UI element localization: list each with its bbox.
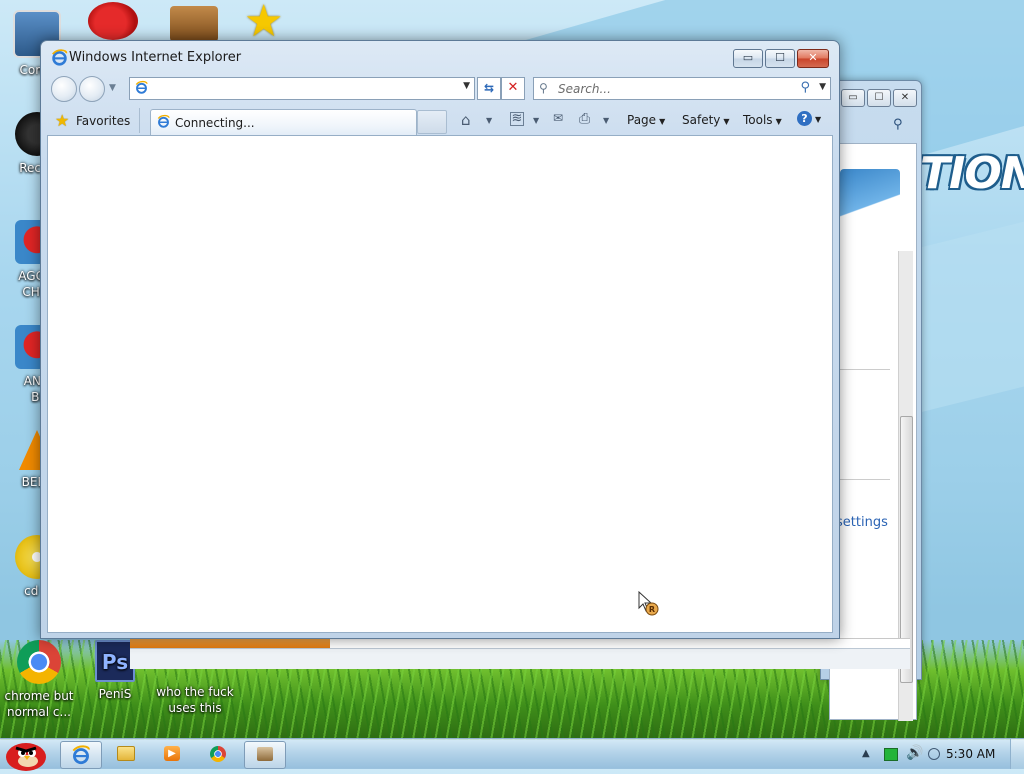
- feeds-dropdown-icon[interactable]: ▼: [533, 116, 539, 125]
- ie-icon: [72, 745, 90, 765]
- show-hidden-icons-icon[interactable]: ▲: [862, 748, 870, 759]
- home-dropdown-icon[interactable]: ▼: [486, 116, 492, 125]
- media-player-icon: ▶: [164, 746, 180, 761]
- print-dropdown-icon[interactable]: ▼: [603, 116, 609, 125]
- feeds-icon[interactable]: ≋: [510, 112, 524, 126]
- page-content[interactable]: R: [47, 135, 833, 633]
- settings-link[interactable]: settings: [836, 515, 888, 530]
- show-desktop-button[interactable]: [1010, 739, 1024, 769]
- taskbar-item-chrome[interactable]: [198, 741, 238, 767]
- desktop-icon-label: PeniS: [98, 687, 132, 701]
- desktop-icon-label: chrome but: [4, 689, 74, 703]
- desktop-icon-angry-bird-top[interactable]: [88, 2, 138, 40]
- help-icon: ?: [797, 111, 812, 126]
- command-bar: ★ Favorites Connecting... ⌂ ▼ ≋ ▼ ✉ ⎙ ▼ …: [47, 108, 833, 135]
- tab-label: Connecting...: [175, 116, 255, 130]
- ie-page-icon: [157, 114, 170, 128]
- favorites-star-icon: ★: [55, 111, 70, 130]
- address-dropdown-icon[interactable]: ▼: [463, 81, 470, 91]
- search-options-dropdown-icon[interactable]: ▼: [819, 82, 826, 92]
- start-button[interactable]: [2, 735, 50, 771]
- search-icon[interactable]: ⚲: [893, 117, 903, 132]
- minimize-button[interactable]: ▭: [733, 49, 763, 68]
- help-menu[interactable]: ? ▼: [797, 111, 821, 126]
- favorites-label: Favorites: [76, 114, 131, 128]
- tab-connecting[interactable]: Connecting...: [150, 109, 417, 135]
- chevron-down-icon: ▼: [723, 117, 730, 126]
- close-button[interactable]: ✕: [797, 49, 829, 68]
- page-menu-label: Page: [627, 113, 657, 127]
- close-icon[interactable]: ✕: [893, 89, 917, 107]
- network-icon[interactable]: [884, 748, 898, 761]
- maximize-icon[interactable]: ☐: [867, 89, 891, 107]
- wallpaper-logo-text: TION: [920, 148, 1024, 199]
- ie-logo-icon: [52, 49, 68, 66]
- desktop-icon-label: uses this: [168, 701, 222, 715]
- page-menu[interactable]: Page ▼: [627, 113, 665, 127]
- maximize-button[interactable]: ☐: [765, 49, 795, 68]
- address-input[interactable]: [152, 80, 456, 98]
- volume-icon[interactable]: 🔊: [906, 745, 923, 761]
- new-tab-button[interactable]: [417, 110, 447, 134]
- favorites-button[interactable]: ★ Favorites: [47, 108, 140, 133]
- chrome-icon: [17, 640, 61, 684]
- tools-menu-label: Tools: [743, 113, 773, 127]
- taskbar-item-media-player[interactable]: ▶: [152, 741, 192, 767]
- app-icon: [257, 747, 273, 761]
- stop-icon: ✕: [507, 80, 519, 95]
- status-bar: [130, 648, 910, 669]
- display-icon[interactable]: [928, 748, 940, 760]
- desktop-icon-pirate-bird[interactable]: [170, 6, 218, 42]
- search-icon[interactable]: ⚲: [800, 80, 810, 95]
- taskbar-item-explorer[interactable]: [106, 741, 146, 767]
- back-button[interactable]: [51, 76, 77, 102]
- chevron-down-icon: ▼: [815, 115, 822, 124]
- taskbar-item-ie[interactable]: [60, 741, 102, 769]
- star-icon[interactable]: ★: [244, 0, 283, 44]
- folder-icon: [117, 746, 135, 761]
- forward-button[interactable]: [79, 76, 105, 102]
- taskbar-item-app[interactable]: [244, 741, 286, 769]
- search-provider-icon: ⚲: [539, 81, 548, 95]
- chevron-down-icon: ▼: [659, 117, 666, 126]
- taskbar: ▶ ▲ 🔊 5:30 AM: [0, 735, 1024, 771]
- search-box[interactable]: ⚲ ⚲ ▼: [533, 77, 831, 100]
- stop-button[interactable]: ✕: [501, 77, 525, 100]
- angry-bird-start-icon: [6, 743, 46, 771]
- clock[interactable]: 5:30 AM: [946, 747, 995, 761]
- print-icon[interactable]: ⎙: [579, 111, 590, 127]
- refresh-icon: ⇆: [483, 81, 495, 95]
- ie-page-icon: [135, 80, 148, 94]
- minimize-icon[interactable]: ▭: [841, 89, 865, 107]
- maximize-icon: ☐: [775, 51, 785, 64]
- svg-text:R: R: [649, 605, 655, 614]
- busy-cursor-icon: R: [638, 591, 659, 616]
- desktop-icon-chrome[interactable]: chrome but normal c...: [2, 640, 76, 720]
- chrome-icon: [210, 746, 226, 762]
- angry-birds-logo: [840, 169, 900, 264]
- read-mail-icon[interactable]: ✉: [553, 111, 563, 125]
- safety-menu[interactable]: Safety ▼: [682, 113, 730, 127]
- ie-window[interactable]: Windows Internet Explorer ▭ ☐ ✕ ▼ ▼ ⇆ ✕ …: [40, 40, 840, 639]
- progress-bar: [130, 638, 330, 648]
- desktop-icon-label: normal c...: [7, 705, 71, 719]
- photoshop-icon: Ps: [95, 640, 135, 682]
- recent-pages-dropdown-icon[interactable]: ▼: [109, 83, 116, 93]
- address-bar[interactable]: ▼: [129, 77, 475, 100]
- tools-menu[interactable]: Tools ▼: [743, 113, 782, 127]
- home-icon[interactable]: ⌂: [461, 111, 471, 129]
- minimize-icon: ▭: [742, 51, 754, 64]
- chevron-down-icon: ▼: [775, 117, 782, 126]
- search-input[interactable]: [556, 80, 790, 98]
- desktop-icon-who[interactable]: who the fuck uses this: [154, 684, 236, 716]
- safety-menu-label: Safety: [682, 113, 721, 127]
- close-icon: ✕: [808, 51, 818, 64]
- window-title: Windows Internet Explorer: [69, 50, 242, 65]
- desktop-icon-label: who the fuck: [156, 685, 234, 699]
- refresh-button[interactable]: ⇆: [477, 77, 501, 100]
